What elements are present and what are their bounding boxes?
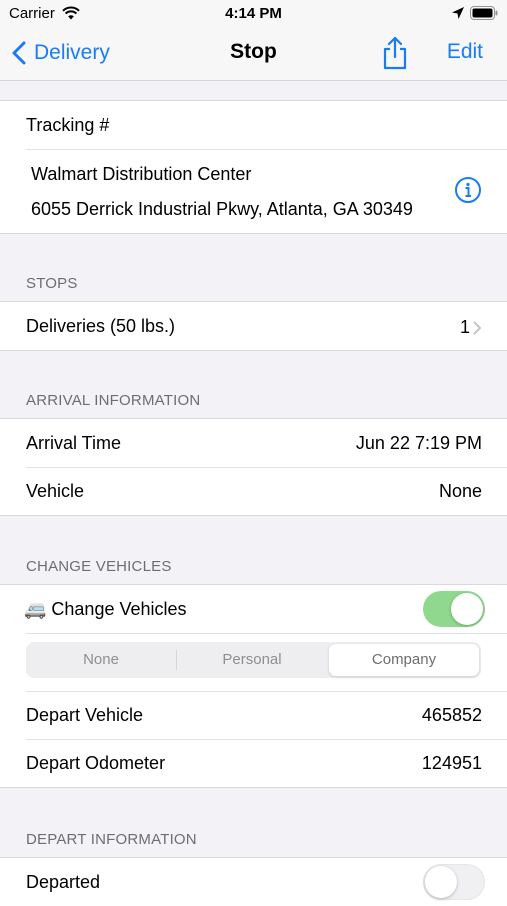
- address-row: Walmart Distribution Center 6055 Derrick…: [0, 149, 507, 233]
- depart-section-header: DEPART INFORMATION: [26, 831, 197, 848]
- share-button[interactable]: [381, 36, 409, 75]
- change-vehicles-section-header: CHANGE VEHICLES: [26, 558, 172, 575]
- toggle-knob: [451, 593, 483, 625]
- segment-company[interactable]: Company: [329, 644, 479, 676]
- departed-row: Departed: [0, 858, 507, 906]
- departed-label: Departed: [26, 872, 101, 892]
- toggle-knob: [425, 866, 457, 898]
- depart-odometer-row[interactable]: Depart Odometer 124951: [0, 739, 507, 787]
- tracking-label: Tracking #: [26, 115, 110, 135]
- segment-none[interactable]: None: [26, 642, 176, 678]
- depart-group: Departed: [0, 857, 507, 906]
- arrival-group: Arrival Time Jun 22 7:19 PM Vehicle None: [0, 418, 507, 516]
- chevron-left-icon: [12, 41, 26, 65]
- arrival-section-header: ARRIVAL INFORMATION: [26, 392, 201, 409]
- deliveries-row[interactable]: Deliveries (50 lbs.) 1: [0, 302, 507, 350]
- back-button[interactable]: Delivery: [12, 38, 110, 68]
- battery-icon: [470, 6, 498, 24]
- arrival-time-row[interactable]: Arrival Time Jun 22 7:19 PM: [0, 419, 507, 467]
- change-vehicles-label: 🚐 Change Vehicles: [24, 599, 187, 619]
- depart-vehicle-value: 465852: [421, 705, 482, 725]
- stops-group: Deliveries (50 lbs.) 1: [0, 301, 507, 351]
- stops-section-header: STOPS: [26, 275, 78, 292]
- destination-group: Tracking # Walmart Distribution Center 6…: [0, 100, 507, 234]
- tracking-row[interactable]: Tracking #: [0, 101, 507, 149]
- deliveries-label: Deliveries (50 lbs.): [26, 316, 176, 336]
- deliveries-count-wrap: 1: [460, 317, 482, 338]
- share-icon: [383, 36, 407, 70]
- info-button[interactable]: [454, 176, 482, 209]
- chevron-right-icon: [473, 321, 481, 334]
- depart-vehicle-row[interactable]: Depart Vehicle 465852: [0, 691, 507, 739]
- depart-odometer-label: Depart Odometer: [26, 753, 166, 773]
- change-vehicles-toggle[interactable]: [423, 591, 485, 627]
- status-bar: Carrier 4:14 PM: [0, 0, 507, 28]
- back-button-label: Delivery: [34, 41, 110, 64]
- location-name: Walmart Distribution Center: [31, 164, 252, 184]
- location-address: 6055 Derrick Industrial Pkwy, Atlanta, G…: [31, 199, 413, 219]
- vehicle-type-row: None Personal Company: [0, 633, 507, 691]
- vehicle-row[interactable]: Vehicle None: [0, 467, 507, 515]
- arrival-time-label: Arrival Time: [26, 433, 122, 453]
- navigation-bar: Delivery Stop Edit: [0, 28, 507, 81]
- depart-odometer-value: 124951: [421, 753, 482, 773]
- departed-toggle[interactable]: [423, 864, 485, 900]
- vehicle-label: Vehicle: [26, 481, 85, 501]
- change-vehicles-group: 🚐 Change Vehicles None Personal Company …: [0, 584, 507, 788]
- change-vehicles-row: 🚐 Change Vehicles: [0, 585, 507, 633]
- status-time: 4:14 PM: [225, 5, 282, 22]
- edit-button[interactable]: Edit: [447, 40, 483, 64]
- segment-personal[interactable]: Personal: [177, 642, 327, 678]
- info-icon: [455, 177, 481, 203]
- arrival-time-value: Jun 22 7:19 PM: [355, 433, 482, 453]
- location-arrow-icon: [451, 6, 465, 24]
- vehicle-type-segmented-control: None Personal Company: [26, 642, 481, 678]
- deliveries-count: 1: [459, 317, 470, 337]
- depart-vehicle-label: Depart Vehicle: [26, 705, 144, 725]
- vehicle-value: None: [438, 481, 482, 501]
